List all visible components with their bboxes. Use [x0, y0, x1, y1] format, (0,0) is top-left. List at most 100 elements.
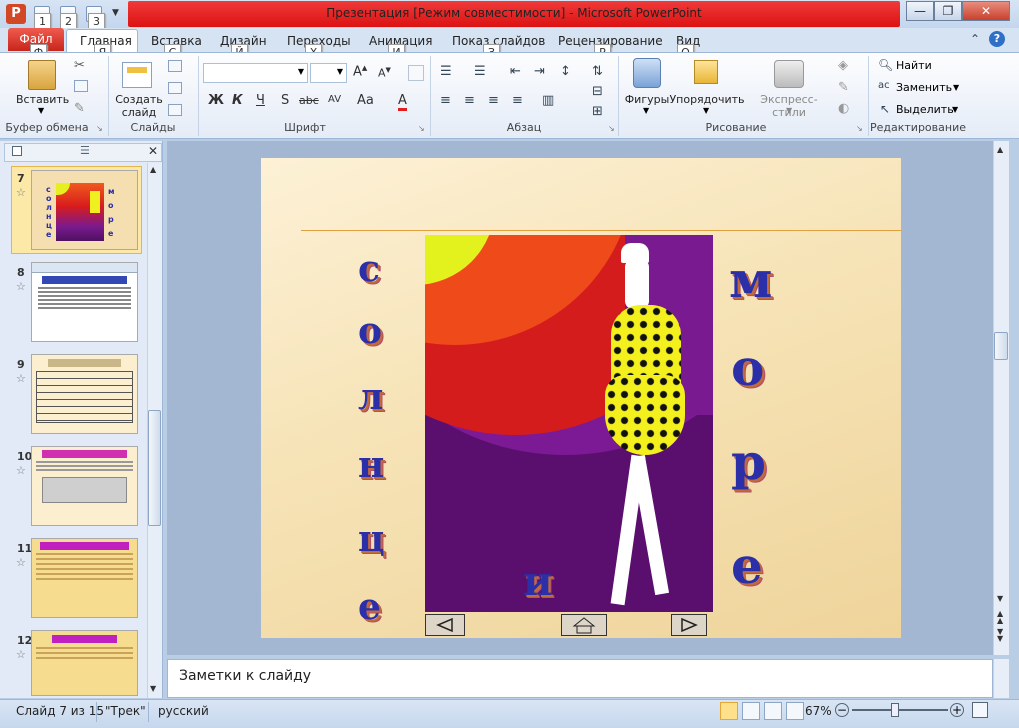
underline-button[interactable]: Ч [256, 93, 265, 108]
slide-vertical-scrollbar[interactable] [993, 141, 1009, 655]
select-icon[interactable]: ↖ [880, 102, 890, 116]
slide-thumbnail[interactable] [31, 262, 138, 342]
slide-canvas[interactable]: с о л н ц е м о р е и [261, 158, 901, 638]
help-icon[interactable]: ? [989, 31, 1005, 47]
section-icon[interactable] [168, 104, 182, 116]
scroll-up-icon[interactable]: ▲ [997, 145, 1003, 154]
shadow-button[interactable]: S [281, 93, 289, 108]
paste-icon[interactable] [28, 60, 56, 90]
next-slide-button[interactable] [671, 614, 707, 636]
quick-styles-dropdown-icon[interactable]: ▼ [786, 106, 792, 115]
justify-icon[interactable]: ≡ [512, 93, 523, 108]
char-spacing-button[interactable]: AV [328, 94, 341, 105]
paste-dropdown-icon[interactable]: ▼ [38, 106, 44, 115]
paragraph-launcher-icon[interactable]: ↘ [608, 124, 615, 133]
shape-outline-icon[interactable]: ✎ [838, 80, 849, 95]
slide-thumbnail[interactable] [31, 354, 138, 434]
new-slide-icon[interactable] [122, 62, 152, 88]
font-size-select[interactable]: ▼ [310, 63, 347, 83]
shapes-icon[interactable] [633, 58, 661, 88]
qat-customize-icon[interactable]: ▼ [112, 8, 119, 18]
prev-slide-button[interactable] [425, 614, 465, 636]
change-case-button[interactable]: Aa [357, 93, 374, 108]
slide-thumbnail[interactable]: солнце море [31, 170, 138, 250]
align-text-icon[interactable]: ⊟ [592, 84, 603, 99]
paste-button[interactable]: Вставить [16, 93, 69, 106]
align-right-icon[interactable]: ≡ [488, 93, 499, 108]
clipboard-launcher-icon[interactable]: ↘ [96, 124, 103, 133]
decrease-indent-icon[interactable]: ⇤ [510, 64, 521, 79]
zoom-slider-thumb[interactable] [891, 703, 900, 717]
slide-sorter-icon[interactable] [742, 702, 760, 720]
numbering-icon[interactable]: ☰ [474, 64, 486, 79]
scroll-thumb[interactable] [148, 410, 161, 526]
arrange-icon[interactable] [694, 60, 718, 84]
grow-font-icon[interactable]: A▲ [353, 64, 367, 79]
prev-slide-icon[interactable]: ▲ ▲ [997, 610, 1003, 625]
reading-view-icon[interactable] [764, 702, 782, 720]
line-spacing-icon[interactable]: ↕ [560, 64, 571, 79]
bullets-icon[interactable]: ☰ [440, 64, 452, 79]
ribbon-collapse-icon[interactable]: ⌃ [970, 32, 980, 46]
arrange-dropdown-icon[interactable]: ▼ [703, 106, 709, 115]
slide-thumbnail[interactable] [31, 630, 138, 696]
new-slide-label-1[interactable]: Создать [115, 93, 163, 106]
align-center-icon[interactable]: ≡ [464, 93, 475, 108]
home-button[interactable] [561, 614, 607, 636]
font-name-select[interactable]: ▼ [203, 63, 308, 83]
text-direction-icon[interactable]: ⇅ [592, 64, 603, 79]
close-button[interactable]: ✕ [962, 1, 1010, 21]
select-button[interactable]: Выделить [896, 103, 954, 116]
drawing-launcher-icon[interactable]: ↘ [856, 124, 863, 133]
font-launcher-icon[interactable]: ↘ [418, 124, 425, 133]
copy-icon[interactable] [74, 80, 88, 92]
zoom-level[interactable]: 67% [805, 704, 832, 718]
maximize-button[interactable]: ❐ [934, 1, 962, 21]
outline-tab-icon[interactable]: ☰ [80, 144, 90, 157]
zoom-out-icon[interactable]: − [835, 703, 849, 717]
scroll-up-icon[interactable]: ▲ [150, 165, 156, 174]
status-language[interactable]: русский [158, 704, 209, 718]
zoom-in-icon[interactable]: + [950, 703, 964, 717]
replace-button[interactable]: Заменить [896, 81, 952, 94]
layout-icon[interactable] [168, 60, 182, 72]
cut-icon[interactable]: ✂ [74, 58, 85, 73]
app-icon[interactable]: P [6, 4, 26, 24]
status-theme[interactable]: "Трек" [105, 704, 146, 718]
shape-fill-icon[interactable]: ◈ [838, 58, 848, 73]
italic-button[interactable]: К [232, 93, 243, 108]
format-painter-icon[interactable]: ✎ [74, 101, 85, 116]
fit-window-icon[interactable] [972, 702, 988, 718]
notes-scrollbar[interactable] [993, 659, 1009, 698]
slides-tab-icon[interactable] [12, 146, 22, 156]
columns-icon[interactable]: ▥ [542, 93, 554, 108]
shapes-button[interactable]: Фигуры [622, 93, 672, 106]
normal-view-icon[interactable] [720, 702, 738, 720]
clear-format-icon[interactable] [408, 65, 424, 81]
replace-icon[interactable]: ac [878, 80, 890, 91]
zoom-slider[interactable] [852, 709, 948, 711]
smartart-icon[interactable]: ⊞ [592, 104, 603, 119]
reset-icon[interactable] [168, 82, 182, 94]
scroll-down-icon[interactable]: ▼ [150, 684, 156, 693]
shape-effects-icon[interactable]: ◐ [838, 101, 849, 116]
increase-indent-icon[interactable]: ⇥ [534, 64, 545, 79]
slideshow-view-icon[interactable] [786, 702, 804, 720]
font-color-button[interactable]: A [398, 93, 407, 111]
new-slide-label-2[interactable]: слайд [115, 106, 163, 119]
shapes-dropdown-icon[interactable]: ▼ [643, 106, 649, 115]
arrange-button[interactable]: Упорядочить [668, 93, 746, 106]
shrink-font-icon[interactable]: A▼ [378, 66, 391, 80]
strikethrough-button[interactable]: abc [299, 94, 319, 107]
replace-dropdown-icon[interactable]: ▼ [953, 83, 959, 92]
select-dropdown-icon[interactable]: ▼ [952, 105, 958, 114]
find-button[interactable]: Найти [896, 59, 932, 72]
minimize-button[interactable]: — [906, 1, 934, 21]
close-panel-icon[interactable]: ✕ [148, 144, 158, 158]
slide-picture[interactable] [425, 235, 713, 612]
next-slide-icon[interactable]: ▼ ▼ [997, 628, 1003, 643]
slide-thumbnail[interactable] [31, 538, 138, 618]
quick-styles-icon[interactable] [774, 60, 804, 88]
bold-button[interactable]: Ж [208, 93, 224, 108]
scroll-down-icon[interactable]: ▼ [997, 594, 1003, 603]
